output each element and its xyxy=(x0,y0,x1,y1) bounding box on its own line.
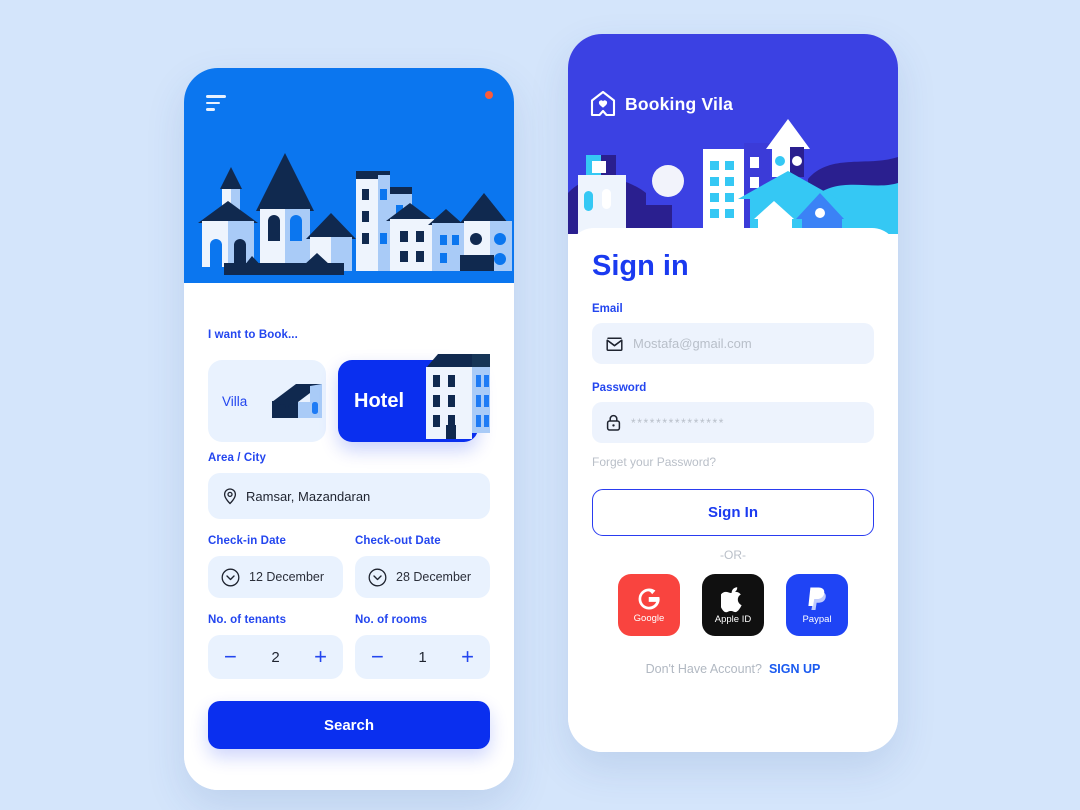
rooms-group: No. of rooms − 1 + xyxy=(355,614,490,679)
rooms-stepper: − 1 + xyxy=(355,635,490,679)
email-field[interactable]: Mostafa@gmail.com xyxy=(592,323,874,364)
checkout-group: Check-out Date 28 December xyxy=(355,535,490,598)
checkin-label: Check-in Date xyxy=(208,535,286,547)
brand-lockup: Booking Vila xyxy=(590,90,733,118)
checkout-date-input[interactable]: 28 December xyxy=(355,556,490,598)
notification-badge-dot xyxy=(485,91,493,99)
email-label: Email xyxy=(592,303,623,315)
hotel-label: Hotel xyxy=(354,389,404,412)
rooms-minus-icon[interactable]: − xyxy=(371,646,384,668)
phone-booking-screen: I want to Book... Villa Hotel Area / Cit… xyxy=(184,68,514,790)
hero-illustration-city-night: Booking Vila xyxy=(568,34,898,234)
property-type-villa[interactable]: Villa xyxy=(208,360,326,442)
google-signin-button[interactable]: Google xyxy=(618,574,680,636)
location-pin-icon xyxy=(223,487,237,504)
signin-form-sheet: Sign in Email Mostafa@gmail.com Password… xyxy=(568,228,898,752)
google-label: Google xyxy=(633,613,665,624)
phone-signin-screen: Booking Vila Sign in Email Mostafa@gmail… xyxy=(568,34,898,752)
building-icon xyxy=(426,354,490,439)
checkin-date-value: 12 December xyxy=(249,570,325,584)
booking-topbar xyxy=(184,68,514,138)
brand-name: Booking Vila xyxy=(625,93,734,114)
rooms-value: 1 xyxy=(418,648,427,666)
app-mockup-canvas: I want to Book... Villa Hotel Area / Cit… xyxy=(0,0,1080,810)
password-value: *************** xyxy=(631,415,726,430)
chevron-down-circle-icon xyxy=(221,568,240,586)
area-city-value: Ramsar, Mazandaran xyxy=(246,488,371,504)
apple-label: Apple ID xyxy=(714,613,752,625)
hero-illustration-city-day xyxy=(184,68,514,283)
bell-icon[interactable] xyxy=(470,91,493,115)
search-button[interactable]: Search xyxy=(208,701,490,749)
password-field[interactable]: *************** xyxy=(592,402,874,443)
apple-signin-button[interactable]: Apple ID xyxy=(702,574,764,636)
page-title: Sign in xyxy=(592,250,689,282)
rooms-plus-icon[interactable]: + xyxy=(461,646,474,668)
hamburger-icon[interactable] xyxy=(206,95,226,111)
apple-icon xyxy=(721,586,742,612)
tenants-label: No. of tenants xyxy=(208,614,287,626)
forgot-password-link[interactable]: Forget your Password? xyxy=(592,455,874,469)
signup-prompt: Don't Have Account? SIGN UP xyxy=(592,662,874,676)
book-type-label: I want to Book... xyxy=(208,329,298,341)
paypal-icon xyxy=(808,587,826,610)
tenants-group: No. of tenants − 2 + xyxy=(208,614,343,679)
chevron-down-circle-icon xyxy=(368,568,387,586)
tenants-minus-icon[interactable]: − xyxy=(224,646,237,668)
checkout-label: Check-out Date xyxy=(355,535,441,547)
email-placeholder: Mostafa@gmail.com xyxy=(633,336,752,351)
tenants-plus-icon[interactable]: + xyxy=(314,646,327,668)
signin-button[interactable]: Sign In xyxy=(592,489,874,536)
paypal-signin-button[interactable]: Paypal xyxy=(786,574,848,636)
social-login-row: Google Apple ID Paypal xyxy=(592,574,874,636)
counter-row: No. of tenants − 2 + No. of rooms − 1 + xyxy=(208,614,490,679)
property-type-selector: Villa Hotel xyxy=(208,350,490,448)
password-label: Password xyxy=(592,382,647,394)
date-row: Check-in Date 12 December Check-out Date xyxy=(208,535,490,598)
checkin-group: Check-in Date 12 December xyxy=(208,535,343,598)
property-type-hotel[interactable]: Hotel xyxy=(338,354,490,442)
google-icon xyxy=(638,588,660,610)
booking-form-sheet: I want to Book... Villa Hotel Area / Cit… xyxy=(184,311,514,790)
tenants-stepper: − 2 + xyxy=(208,635,343,679)
rooms-label: No. of rooms xyxy=(355,614,428,626)
area-city-label: Area / City xyxy=(208,452,266,464)
or-divider: -OR- xyxy=(720,548,746,562)
envelope-icon xyxy=(606,336,623,351)
villa-label: Villa xyxy=(222,393,248,409)
tenants-value: 2 xyxy=(271,648,280,666)
cityscape-illustration xyxy=(568,119,898,234)
house-heart-logo-icon xyxy=(590,90,616,117)
paypal-label: Paypal xyxy=(802,613,832,625)
checkin-date-input[interactable]: 12 December xyxy=(208,556,343,598)
signup-link[interactable]: SIGN UP xyxy=(769,662,820,676)
checkout-date-value: 28 December xyxy=(396,570,472,584)
signup-question: Don't Have Account? xyxy=(645,662,762,676)
lock-icon xyxy=(606,414,621,431)
area-city-input[interactable]: Ramsar, Mazandaran xyxy=(208,473,490,519)
house-icon xyxy=(272,384,322,418)
